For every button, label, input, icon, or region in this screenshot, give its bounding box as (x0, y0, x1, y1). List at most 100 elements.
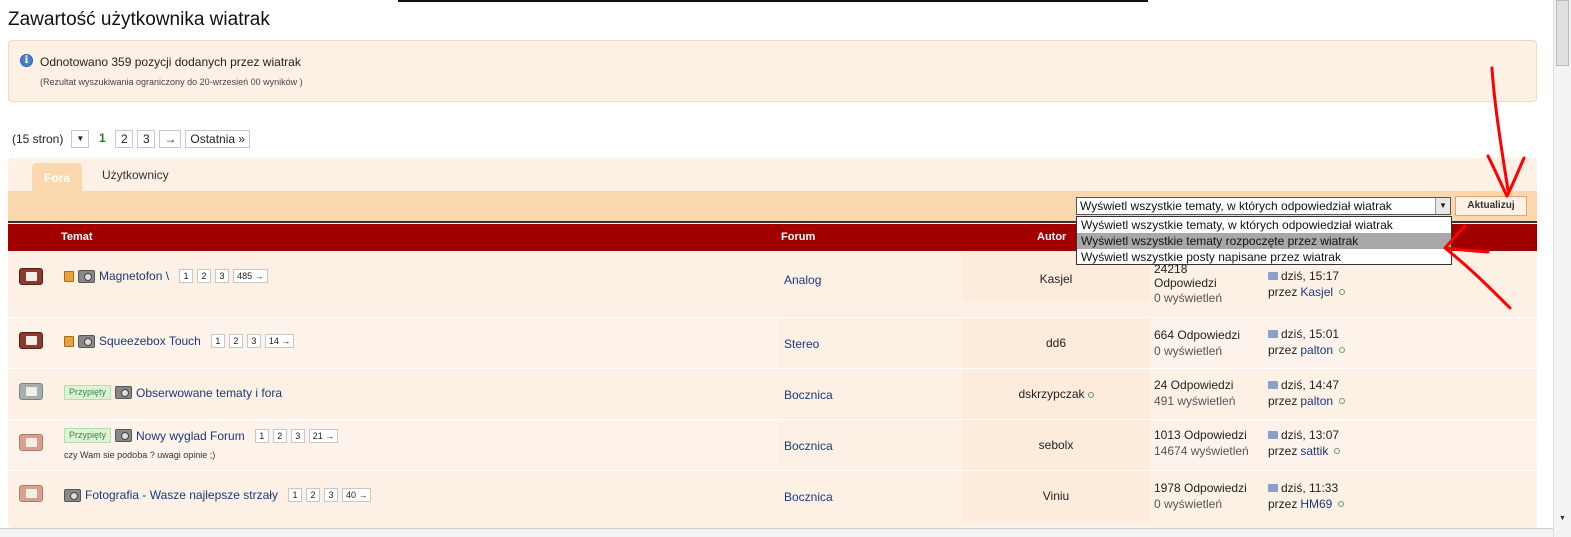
content-filter-options[interactable]: Wyświetl wszystkie tematy, w których odp… (1076, 216, 1452, 265)
pinned-badge: Przypięty (64, 385, 112, 400)
pinned-badge: Przypięty (64, 428, 112, 443)
topic-page-link[interactable]: 3 (290, 428, 305, 443)
last-post-time[interactable]: dziś, 14:47 (1281, 378, 1339, 392)
attachment-icon (64, 335, 74, 347)
author-name[interactable]: dd6 (962, 336, 1150, 350)
last-post-time[interactable]: dziś, 15:01 (1281, 327, 1339, 341)
scrollbar-thumb[interactable] (1556, 0, 1569, 66)
reply-count: 1013 Odpowiedzi (1154, 428, 1247, 442)
goto-last-post-icon[interactable] (1268, 272, 1278, 280)
page-next-button[interactable]: → (159, 129, 182, 148)
page-link-3[interactable]: 3 (137, 129, 156, 148)
vertical-scrollbar[interactable]: ▼ (1553, 0, 1571, 537)
topic-description: czy Wam sie podoba ? uwagi opinie ;) (64, 450, 216, 460)
last-post-user[interactable]: sattik (1300, 444, 1328, 458)
chevron-down-icon[interactable]: ▼ (1435, 198, 1450, 214)
content-filter-selected: Wyświetl wszystkie tematy, w których odp… (1080, 199, 1392, 213)
header-topic[interactable]: Temat (61, 231, 93, 243)
topic-page-link[interactable]: 40 → (341, 488, 372, 502)
profile-popup-icon[interactable] (1087, 391, 1094, 398)
topic-hot-icon (19, 332, 43, 349)
topic-page-link[interactable]: 485 → (233, 269, 268, 283)
topic-page-link[interactable]: 3 (215, 269, 230, 283)
last-post-time[interactable]: dziś, 13:07 (1281, 428, 1339, 442)
profile-popup-icon[interactable] (1339, 398, 1346, 404)
forum-link[interactable]: Bocznica (784, 388, 833, 402)
filter-option-started[interactable]: Wyświetl wszystkie tematy rozpoczęte prz… (1077, 233, 1451, 249)
view-count: 14674 wyświetleń (1154, 444, 1249, 458)
table-row: Squeezebox Touch 1 2 3 14 → Stereo dd6 6… (8, 318, 1537, 368)
last-post-user[interactable]: palton (1300, 343, 1333, 357)
topic-title-link[interactable]: Fotografia - Wasze najlepsze strzały (85, 488, 278, 502)
content-filter-select[interactable]: Wyświetl wszystkie tematy, w których odp… (1076, 197, 1451, 215)
author-name[interactable]: Kasjel (962, 272, 1150, 286)
view-count: 0 wyświetleń (1154, 344, 1223, 358)
scroll-down-arrow-icon[interactable]: ▼ (1556, 513, 1569, 526)
topic-sticky-icon (19, 383, 43, 400)
top-edge-line (398, 0, 1148, 2)
view-count: 0 wyświetleń (1154, 497, 1223, 511)
camera-icon (115, 429, 133, 442)
topic-page-link[interactable]: 1 (179, 269, 194, 283)
goto-last-post-icon[interactable] (1268, 431, 1278, 439)
topic-page-link[interactable]: 1 (287, 488, 302, 502)
topic-page-link[interactable]: 21 → (308, 428, 339, 443)
last-post-user[interactable]: palton (1300, 394, 1333, 408)
author-name: dskrzypczak (962, 387, 1150, 401)
filter-option-replied[interactable]: Wyświetl wszystkie tematy, w których odp… (1077, 217, 1451, 233)
topic-title-link[interactable]: Obserwowane tematy i fora (136, 386, 282, 400)
header-author[interactable]: Autor (1037, 231, 1066, 243)
page-current: 1 (93, 129, 112, 148)
goto-last-post-icon[interactable] (1268, 484, 1278, 492)
last-post-time[interactable]: dziś, 11:33 (1281, 481, 1338, 495)
info-icon: i (20, 54, 33, 67)
page-jump-dropdown[interactable]: ▼ (71, 129, 90, 148)
forum-link[interactable]: Bocznica (784, 439, 833, 453)
reply-count: 664 Odpowiedzi (1154, 328, 1241, 342)
topic-title-link[interactable]: Magnetofon \ (99, 269, 169, 283)
author-name[interactable]: sebolx (962, 438, 1150, 452)
topic-page-link[interactable]: 2 (197, 269, 212, 283)
camera-icon (115, 386, 133, 399)
forum-link[interactable]: Analog (784, 273, 821, 287)
filter-option-posts[interactable]: Wyświetl wszystkie posty napisane przez … (1077, 249, 1451, 265)
last-post-user[interactable]: Kasjel (1300, 285, 1333, 299)
forum-link[interactable]: Bocznica (784, 490, 833, 504)
page-link-2[interactable]: 2 (115, 129, 134, 148)
reply-count: 24 Odpowiedzi (1154, 378, 1234, 392)
goto-last-post-icon[interactable] (1268, 330, 1278, 338)
profile-popup-icon[interactable] (1339, 289, 1346, 295)
topic-page-link[interactable]: 1 (210, 334, 225, 348)
author-name[interactable]: Viniu (962, 489, 1150, 503)
attachment-icon (64, 270, 74, 282)
horizontal-scrollbar[interactable] (0, 528, 1553, 537)
last-post-time[interactable]: dziś, 15:17 (1281, 269, 1339, 283)
last-post-user[interactable]: HM69 (1300, 497, 1332, 511)
topic-page-link[interactable]: 3 (246, 334, 261, 348)
forum-link[interactable]: Stereo (784, 337, 819, 351)
results-panel: Fora Użytkownicy Wyświetl wszystkie tema… (8, 158, 1537, 528)
topic-page-link[interactable]: 3 (323, 488, 338, 502)
topic-page-link[interactable]: 2 (305, 488, 320, 502)
page-last-button[interactable]: Ostatnia » (185, 129, 251, 148)
author-link[interactable]: dskrzypczak (1018, 387, 1084, 401)
results-count-text: Odnotowano 359 pozycji dodanych przez wi… (40, 55, 301, 69)
topic-title-link[interactable]: Nowy wyglad Forum (136, 429, 245, 443)
pagination: (15 stron) ▼ 1 2 3 → Ostatnia » (12, 129, 251, 148)
topic-page-link[interactable]: 2 (272, 428, 287, 443)
tab-users[interactable]: Użytkownicy (102, 168, 169, 182)
header-forum[interactable]: Forum (781, 231, 815, 243)
goto-last-post-icon[interactable] (1268, 381, 1278, 389)
profile-popup-icon[interactable] (1339, 347, 1346, 353)
topic-page-link[interactable]: 2 (228, 334, 243, 348)
last-post-by-label: przez (1268, 497, 1298, 511)
reply-label: Odpowiedzi (1154, 276, 1217, 290)
tab-forums[interactable]: Fora (32, 163, 82, 191)
profile-popup-icon[interactable] (1338, 501, 1345, 507)
topic-hot-icon (19, 268, 43, 285)
topic-title-link[interactable]: Squeezebox Touch (99, 334, 201, 348)
profile-popup-icon[interactable] (1334, 448, 1341, 454)
update-button[interactable]: Aktualizuj (1455, 196, 1527, 216)
topic-page-link[interactable]: 1 (254, 428, 269, 443)
topic-page-link[interactable]: 14 → (264, 334, 295, 348)
